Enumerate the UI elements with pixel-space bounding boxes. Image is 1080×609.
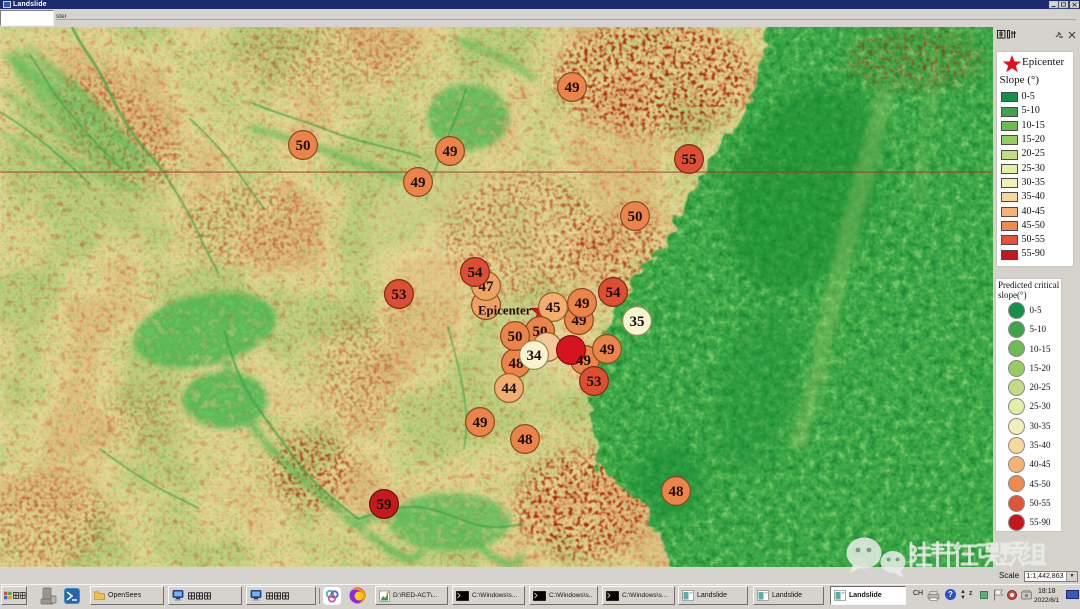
svg-text:35: 35	[630, 314, 645, 330]
svg-text:53: 53	[587, 374, 602, 390]
svg-text:50: 50	[296, 138, 311, 154]
svg-text:49: 49	[443, 144, 458, 160]
svg-text:49: 49	[575, 296, 590, 312]
svg-text:49: 49	[411, 175, 426, 191]
svg-text:49: 49	[576, 353, 591, 369]
svg-text:49: 49	[600, 342, 615, 358]
svg-text:48: 48	[669, 484, 684, 500]
svg-text:55: 55	[682, 152, 697, 168]
svg-text:Epicenter: Epicenter	[478, 304, 532, 318]
svg-text:50: 50	[508, 329, 523, 345]
svg-text:34: 34	[527, 348, 543, 364]
svg-text:59: 59	[377, 497, 392, 513]
svg-text:48: 48	[518, 432, 533, 448]
svg-text:50: 50	[628, 209, 643, 225]
svg-text:45: 45	[546, 300, 561, 316]
svg-text:54: 54	[468, 265, 484, 281]
svg-text:49: 49	[473, 415, 488, 431]
svg-text:54: 54	[606, 285, 622, 301]
svg-text:49: 49	[565, 80, 580, 96]
svg-text:44: 44	[502, 381, 518, 397]
svg-text:53: 53	[392, 287, 407, 303]
